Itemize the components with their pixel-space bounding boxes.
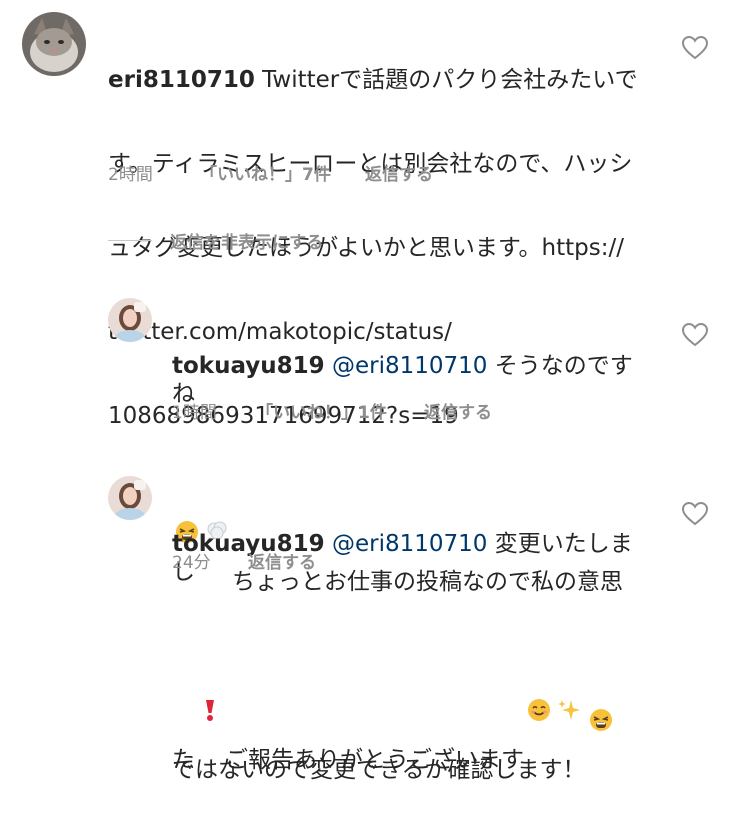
- likes-count[interactable]: 「いいね！」7件: [200, 160, 331, 185]
- reply-button[interactable]: 返信する: [248, 548, 316, 573]
- username[interactable]: tokuayu819: [172, 353, 325, 379]
- heart-outline-icon[interactable]: [681, 322, 709, 347]
- reply-button[interactable]: 返信する: [424, 398, 492, 423]
- avatar[interactable]: [108, 476, 152, 520]
- username[interactable]: eri8110710: [108, 67, 255, 93]
- mention-link[interactable]: @eri8110710: [332, 353, 487, 379]
- comment-text-line: ご報告ありがとうございます: [225, 747, 524, 773]
- avatar[interactable]: [108, 298, 152, 342]
- comment-text-line: た: [172, 747, 195, 773]
- comment-text-line: Twitterで話題のパクり会社みたいで: [254, 67, 638, 93]
- avatar[interactable]: [22, 12, 86, 76]
- woman-photo-avatar: [108, 476, 152, 520]
- timestamp: 2時間: [108, 165, 153, 185]
- timestamp: 1時間: [172, 403, 217, 423]
- smiling-face-emoji: [527, 642, 551, 721]
- heart-outline-icon[interactable]: [681, 501, 709, 526]
- exclamation-mark-emoji: [198, 642, 222, 721]
- likes-count[interactable]: 「いいね！」1件: [256, 398, 387, 423]
- reply-button[interactable]: 返信する: [365, 160, 433, 185]
- mention-link[interactable]: @eri8110710: [332, 531, 487, 557]
- heart-outline-icon[interactable]: [681, 35, 709, 60]
- timestamp: 24分: [172, 553, 211, 573]
- woman-photo-avatar: [108, 298, 152, 342]
- divider-line: [108, 240, 152, 241]
- cat-photo-avatar: [22, 12, 86, 76]
- hide-replies-label[interactable]: 返信を非表示にする: [170, 228, 323, 253]
- sparkles-emoji: [557, 642, 581, 720]
